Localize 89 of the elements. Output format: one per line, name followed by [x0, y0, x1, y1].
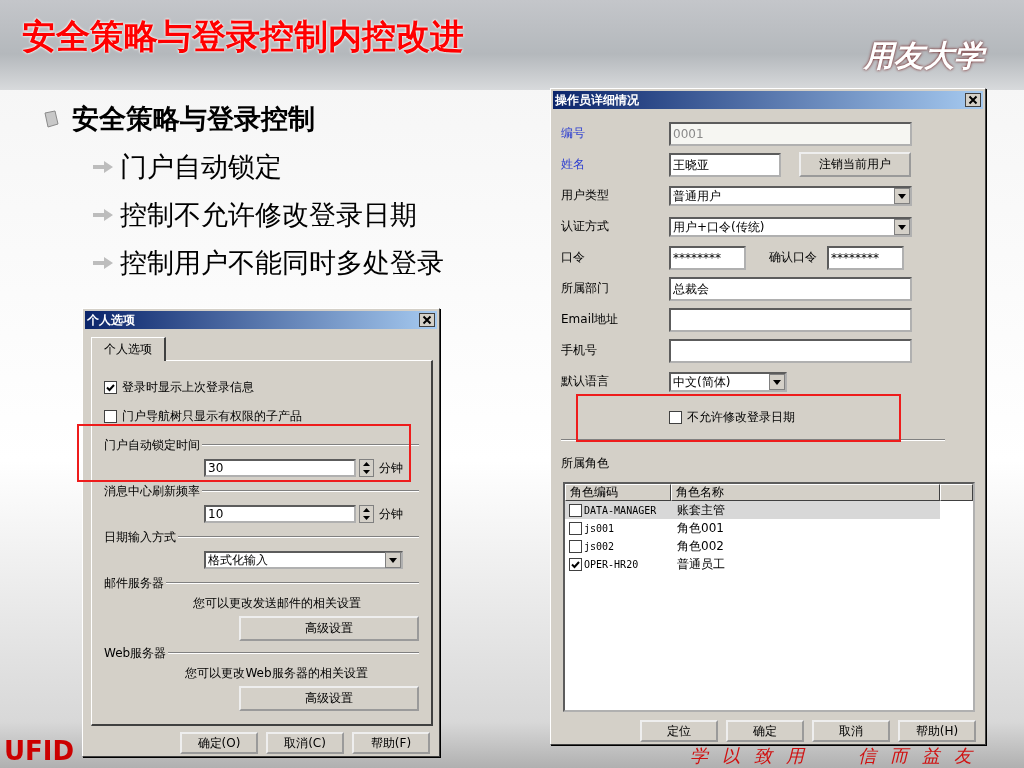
field-label: 口令 [561, 249, 586, 266]
field-label: 默认语言 [561, 373, 610, 390]
dialog-button[interactable]: 确定(O) [180, 732, 258, 754]
table-row[interactable]: js002 角色002 [565, 537, 940, 555]
field-label: 姓名 [561, 156, 586, 173]
column-header[interactable]: 角色名称 [671, 484, 940, 501]
table-cell: js001 [584, 522, 615, 534]
logout-button[interactable]: 注销当前用户 [799, 152, 911, 177]
checkbox[interactable] [104, 410, 117, 423]
group-label: 消息中心刷新频率 [104, 482, 200, 500]
dropdown-field[interactable]: 格式化输入 [204, 551, 403, 569]
slide-title: 安全策略与登录控制内控改进 [22, 15, 464, 58]
bullet-text: 安全策略与登录控制 [72, 102, 315, 136]
arrow-bullet-icon [92, 160, 114, 174]
motto-text: 学以致用 [690, 746, 818, 766]
advanced-settings-button[interactable]: 高级设置 [239, 685, 419, 711]
dialog-button[interactable]: 帮助(H) [898, 720, 976, 742]
group-label: 日期输入方式 [104, 528, 176, 546]
table-row[interactable]: js001 角色001 [565, 519, 940, 537]
field-label: 认证方式 [561, 218, 610, 235]
table-row[interactable]: OPER-HR20 普通员工 [565, 555, 940, 573]
close-icon[interactable] [419, 313, 435, 327]
arrow-bullet-icon [92, 256, 114, 270]
table-cell-text: 角色001 [676, 519, 724, 537]
bullet-icon [42, 109, 60, 129]
dropdown-field[interactable]: 中文(简体) [669, 371, 787, 392]
table-row[interactable]: DATA-MANAGER 账套主管 [565, 501, 940, 519]
table-cell: DATA-MANAGER [584, 504, 657, 516]
dialog-button[interactable]: 取消(C) [266, 732, 344, 754]
dialog-button[interactable]: 定位 [640, 720, 718, 742]
description-text: 您可以更改Web服务器的相关设置 [184, 665, 369, 682]
text-field[interactable] [669, 307, 912, 332]
checkbox[interactable] [569, 539, 582, 553]
dropdown-button[interactable] [385, 552, 401, 568]
group-label: Web服务器 [104, 644, 167, 662]
table-cell-text: 普通员工 [676, 555, 725, 573]
footer-logo: UFID [4, 736, 75, 766]
spin-buttons-icon[interactable] [359, 459, 374, 477]
dropdown-field[interactable]: 普通用户 [669, 185, 912, 206]
bullet-text: 控制不允许修改登录日期 [120, 198, 417, 232]
field-label: Email地址 [561, 311, 620, 328]
checkbox[interactable] [104, 381, 117, 394]
field-label: 用户类型 [561, 187, 610, 204]
bullet-text: 控制用户不能同时多处登录 [120, 246, 444, 280]
tab[interactable]: 个人选项 [91, 337, 166, 361]
motto-text: 信而益友 [858, 746, 986, 766]
advanced-settings-button[interactable]: 高级设置 [239, 615, 419, 641]
field-label: 编号 [561, 125, 586, 142]
password-field[interactable]: ******** [669, 245, 746, 270]
checkbox-label: 门户导航树只显示有权限的子产品 [122, 408, 302, 425]
window-title: 个人选项 [87, 311, 135, 329]
checkbox[interactable] [569, 557, 582, 571]
dialog-button[interactable]: 帮助(F) [352, 732, 430, 754]
dropdown-button[interactable] [894, 187, 910, 204]
unit-label: 分钟 [379, 505, 403, 523]
close-icon[interactable] [965, 93, 981, 107]
dropdown-field[interactable]: 用户+口令(传统) [669, 216, 912, 237]
unit-label: 分钟 [379, 459, 403, 477]
group-label: 邮件服务器 [104, 574, 164, 592]
bullet-text: 门户自动锁定 [120, 150, 282, 184]
checkbox[interactable] [569, 521, 582, 535]
table-cell-text: 角色002 [676, 537, 724, 555]
column-header[interactable]: 角色编码 [565, 484, 671, 501]
window-title: 操作员详细情况 [555, 91, 639, 109]
dropdown-button[interactable] [769, 373, 785, 390]
spin-buttons-icon[interactable] [359, 505, 374, 523]
checkbox-label: 不允许修改登录日期 [687, 408, 795, 426]
checkbox[interactable] [569, 503, 582, 517]
checkbox[interactable] [669, 410, 682, 424]
text-field[interactable]: 总裁会 [669, 276, 912, 301]
field-label: 确认口令 [769, 249, 817, 266]
arrow-bullet-icon [92, 208, 114, 222]
dialog-button[interactable]: 取消 [812, 720, 890, 742]
text-field[interactable] [669, 338, 912, 363]
table-cell: js002 [584, 540, 615, 552]
table-cell: OPER-HR20 [584, 558, 639, 570]
password-field[interactable]: ******** [827, 245, 904, 270]
table-cell-text: 账套主管 [676, 501, 725, 519]
checkbox-label: 登录时显示上次登录信息 [122, 379, 254, 396]
section-label: 所属角色 [560, 455, 610, 472]
field-label: 手机号 [561, 342, 598, 359]
description-text: 您可以更改发送邮件的相关设置 [191, 595, 362, 612]
text-field[interactable]: 王晓亚 [669, 152, 781, 177]
number-field[interactable]: 10 [204, 505, 356, 523]
dialog-button[interactable]: 确定 [726, 720, 804, 742]
dropdown-button[interactable] [894, 218, 910, 235]
field-label: 所属部门 [561, 280, 610, 297]
number-field[interactable]: 30 [204, 459, 356, 477]
group-label: 门户自动锁定时间 [104, 436, 200, 454]
